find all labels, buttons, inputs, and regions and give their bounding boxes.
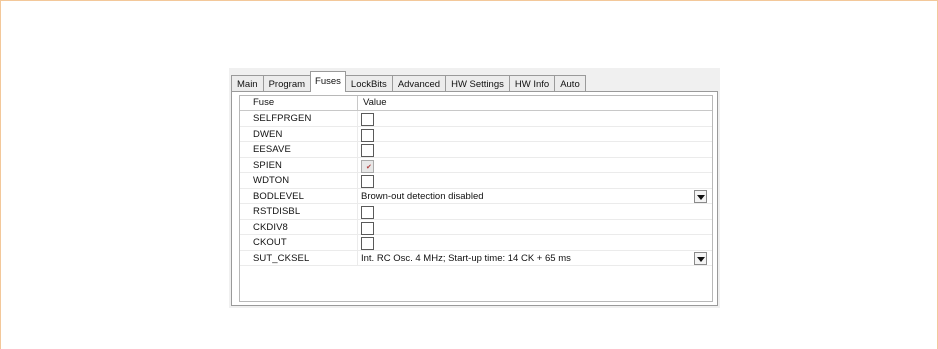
fuse-row-sut_cksel[interactable]: SUT_CKSEL Int. RC Osc. 4 MHz; Start-up ti… xyxy=(240,250,712,266)
fuse-grid: Fuse Value SELFPRGEN DWEN EESAVE SPIEN ✔ WDTO… xyxy=(239,95,713,302)
fuse-row-ckdiv8[interactable]: CKDIV8 xyxy=(240,219,712,235)
dropdown-button[interactable] xyxy=(694,189,707,203)
fuse-name: BODLEVEL xyxy=(253,190,304,202)
tab-fuses[interactable]: Fuses xyxy=(310,71,346,92)
row-divider xyxy=(357,157,358,172)
row-divider xyxy=(357,173,358,188)
fuse-name: WDTON xyxy=(253,175,290,186)
fuse-name: CKDIV8 xyxy=(253,221,288,233)
column-header-value[interactable]: Value xyxy=(363,97,387,108)
fuse-checkbox-ckdiv8[interactable] xyxy=(361,221,374,235)
fuse-row-spien[interactable]: SPIEN ✔ xyxy=(240,157,712,173)
tab-main[interactable]: Main xyxy=(231,75,264,92)
fuse-checkbox-wdton[interactable] xyxy=(361,175,374,188)
row-divider xyxy=(357,219,358,234)
fuse-name: CKOUT xyxy=(253,237,287,248)
fuse-name: SPIEN xyxy=(253,159,283,171)
column-header-fuse[interactable]: Fuse xyxy=(253,97,274,108)
row-divider xyxy=(357,111,358,126)
fuse-checkbox-rstdisbl[interactable] xyxy=(361,206,374,219)
dropdown-button[interactable] xyxy=(694,251,707,265)
fuse-row-dwen[interactable]: DWEN xyxy=(240,126,712,142)
tab-program[interactable]: Program xyxy=(262,75,312,92)
column-divider[interactable] xyxy=(357,96,358,110)
fuse-name: EESAVE xyxy=(253,144,291,155)
tab-advanced[interactable]: Advanced xyxy=(391,75,447,92)
fuse-checkbox-spien: ✔ xyxy=(361,159,374,173)
fuse-rows: SELFPRGEN DWEN EESAVE SPIEN ✔ WDTON BODLEVEL Br… xyxy=(240,111,712,266)
row-divider xyxy=(357,204,358,219)
fuse-row-selfprgen[interactable]: SELFPRGEN xyxy=(240,111,712,127)
fuse-checkbox-eesave[interactable] xyxy=(361,144,374,157)
checkmark-icon: ✔ xyxy=(366,163,372,171)
fuses-panel: Fuse Value SELFPRGEN DWEN EESAVE SPIEN ✔ WDTO… xyxy=(231,91,718,306)
fuse-checkbox-selfprgen[interactable] xyxy=(361,113,374,126)
tab-strip: Main Program Fuses LockBits Advanced HW … xyxy=(231,71,586,92)
chevron-down-icon xyxy=(697,256,705,262)
chevron-down-icon xyxy=(697,194,705,200)
fuse-name: RSTDISBL xyxy=(253,206,301,217)
fuse-name: SUT_CKSEL xyxy=(253,252,310,264)
fuse-checkbox-dwen[interactable] xyxy=(361,128,374,142)
fuse-row-rstdisbl[interactable]: RSTDISBL xyxy=(240,204,712,220)
tab-lockbits[interactable]: LockBits xyxy=(344,75,393,92)
fuse-value-sut_cksel[interactable]: Int. RC Osc. 4 MHz; Start-up time: 14 CK… xyxy=(361,253,571,264)
fuse-name: DWEN xyxy=(253,128,283,140)
device-programming-window: Main Program Fuses LockBits Advanced HW … xyxy=(229,68,720,308)
row-divider xyxy=(357,235,358,250)
fuse-row-ckout[interactable]: CKOUT xyxy=(240,235,712,251)
tab-hw-settings[interactable]: HW Settings xyxy=(445,75,510,92)
fuse-row-bodlevel[interactable]: BODLEVEL Brown-out detection disabled xyxy=(240,188,712,204)
fuse-value-bodlevel[interactable]: Brown-out detection disabled xyxy=(361,191,484,202)
grid-header: Fuse Value xyxy=(240,96,712,111)
fuse-row-eesave[interactable]: EESAVE xyxy=(240,142,712,158)
tab-auto[interactable]: Auto xyxy=(554,75,586,92)
fuse-checkbox-ckout[interactable] xyxy=(361,237,374,250)
row-divider xyxy=(357,250,358,265)
row-divider xyxy=(357,142,358,157)
row-divider xyxy=(357,126,358,141)
row-divider xyxy=(357,188,358,203)
tab-hw-info[interactable]: HW Info xyxy=(508,75,556,92)
fuse-name: SELFPRGEN xyxy=(253,113,312,124)
fuse-row-wdton[interactable]: WDTON xyxy=(240,173,712,189)
